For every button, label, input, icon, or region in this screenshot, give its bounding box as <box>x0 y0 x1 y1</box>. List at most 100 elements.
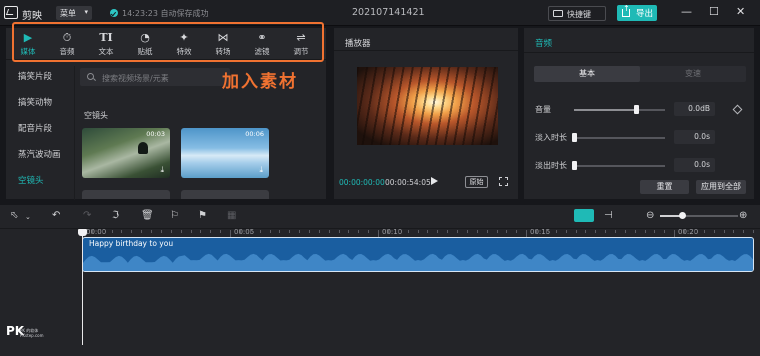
playhead[interactable] <box>82 229 83 345</box>
zoom-in-icon[interactable]: ⊕ <box>739 210 747 221</box>
ruler-tick <box>605 230 607 233</box>
chevron-down-icon: ▾ <box>84 8 88 16</box>
playhead-handle[interactable] <box>78 229 87 236</box>
crop-icon[interactable]: ▦ <box>227 210 236 221</box>
redo-icon[interactable]: ↷ <box>83 210 91 221</box>
freeze-frame-icon[interactable]: ⚐ <box>170 210 179 221</box>
reset-button[interactable]: 重置 <box>640 180 689 194</box>
ruler-tick <box>536 230 538 233</box>
fade-out-value[interactable]: 0.0s <box>674 158 715 172</box>
project-name: 202107141421 <box>352 7 425 18</box>
clip-thumbnail[interactable]: 00:06 ⤓ <box>181 128 269 178</box>
minimize-icon[interactable]: — <box>681 5 692 18</box>
ruler-tick <box>387 230 389 233</box>
ruler-tick <box>249 230 251 233</box>
fade-out-slider-knob[interactable] <box>572 161 577 170</box>
ruler-tick <box>427 230 429 233</box>
download-icon[interactable]: ⤓ <box>259 165 263 175</box>
clip-duration: 00:03 <box>146 130 165 138</box>
audio-clip[interactable]: Happy birthday to you <box>82 237 754 272</box>
category-divider <box>74 66 75 200</box>
marker-icon[interactable]: ⚑ <box>198 210 207 221</box>
category-dubbing[interactable]: 配音片段 <box>18 122 52 134</box>
original-ratio-button[interactable]: 原始 <box>465 176 488 188</box>
export-label: 导出 <box>636 9 654 19</box>
save-status: 14:23:23 自动保存成功 <box>122 9 209 18</box>
ruler-tick <box>693 230 695 233</box>
fade-in-slider[interactable] <box>574 137 665 139</box>
ruler-tick <box>239 230 241 233</box>
fade-out-slider[interactable] <box>574 165 665 167</box>
zoom-out-icon[interactable]: ⊖ <box>646 210 654 221</box>
ruler-tick <box>131 230 133 233</box>
audio-panel-title: 音频 <box>535 39 553 49</box>
audio-panel <box>524 28 754 199</box>
ruler-tick <box>328 230 330 233</box>
tab-basic[interactable]: 基本 <box>534 66 640 82</box>
toolbar-highlight-box <box>12 22 324 62</box>
zoom-slider-fill <box>660 215 681 217</box>
auto-snap-toggle[interactable] <box>574 209 594 222</box>
ruler-tick <box>170 230 172 233</box>
close-icon[interactable]: ✕ <box>736 5 745 18</box>
ruler-tick <box>358 230 360 233</box>
ruler-tick <box>545 230 547 233</box>
ruler-label: 00:20 <box>678 228 699 236</box>
shortcut-label: 快捷键 <box>567 10 591 19</box>
ruler-tick <box>486 230 488 233</box>
ruler-tick <box>506 230 508 233</box>
ruler-tick <box>151 230 153 233</box>
fullscreen-icon[interactable] <box>499 177 508 186</box>
apply-all-button[interactable]: 应用到全部 <box>696 180 746 194</box>
clip-thumbnail[interactable] <box>181 190 269 199</box>
chevron-down-icon[interactable]: ⌄ <box>25 213 31 221</box>
category-empty-shots[interactable]: 空镜头 <box>18 174 44 186</box>
ruler-tick <box>190 230 192 233</box>
maximize-icon[interactable]: ☐ <box>709 5 719 18</box>
ruler-tick <box>664 230 666 233</box>
ruler-tick <box>338 230 340 233</box>
ruler-tick <box>575 230 577 233</box>
volume-slider-knob[interactable] <box>634 105 639 114</box>
search-input[interactable] <box>102 72 227 84</box>
ruler-tick <box>565 230 567 233</box>
ruler-tick <box>674 230 676 237</box>
category-funny-animals[interactable]: 搞笑动物 <box>18 96 52 108</box>
ruler-tick <box>713 230 715 233</box>
ruler-tick <box>299 230 301 233</box>
ruler-tick <box>348 230 350 233</box>
select-tool-icon[interactable]: ⬁ <box>10 210 18 221</box>
volume-slider-fill <box>574 109 637 111</box>
menu-button[interactable]: 菜单 ▾ <box>56 6 92 20</box>
ruler-tick <box>703 230 705 233</box>
volume-value[interactable]: 0.0dB <box>674 102 715 116</box>
ruler-tick <box>318 230 320 233</box>
ruler-tick <box>180 230 182 233</box>
split-icon[interactable]: ℑ <box>112 210 119 221</box>
category-vaporwave[interactable]: 蒸汽波动画 <box>18 148 61 160</box>
ruler-tick <box>733 230 735 233</box>
ruler-tick <box>121 230 123 233</box>
delete-icon[interactable]: 🗑 <box>141 210 154 221</box>
play-icon[interactable] <box>431 177 438 185</box>
ruler-tick <box>753 230 755 233</box>
save-status-icon <box>110 9 118 17</box>
fade-in-value[interactable]: 0.0s <box>674 130 715 144</box>
link-icon[interactable]: ⊣ <box>604 210 613 221</box>
volume-label: 音量 <box>535 105 551 114</box>
tab-speed[interactable]: 变速 <box>640 66 746 82</box>
undo-icon[interactable]: ↶ <box>52 210 60 221</box>
video-preview[interactable] <box>357 67 498 145</box>
clip-thumbnail[interactable]: 00:03 ⤓ <box>82 128 170 178</box>
menu-label: 菜单 <box>60 9 76 18</box>
ruler-tick <box>437 230 439 233</box>
category-funny-clips[interactable]: 搞笑片段 <box>18 70 52 82</box>
annotation-text: 加入素材 <box>222 72 298 92</box>
clip-name: Happy birthday to you <box>89 239 174 248</box>
bell-shape <box>138 142 148 154</box>
clip-thumbnail[interactable] <box>82 190 170 199</box>
ruler-tick <box>466 230 468 233</box>
zoom-slider-knob[interactable] <box>679 212 686 219</box>
download-icon[interactable]: ⤓ <box>160 165 164 175</box>
fade-in-slider-knob[interactable] <box>572 133 577 142</box>
